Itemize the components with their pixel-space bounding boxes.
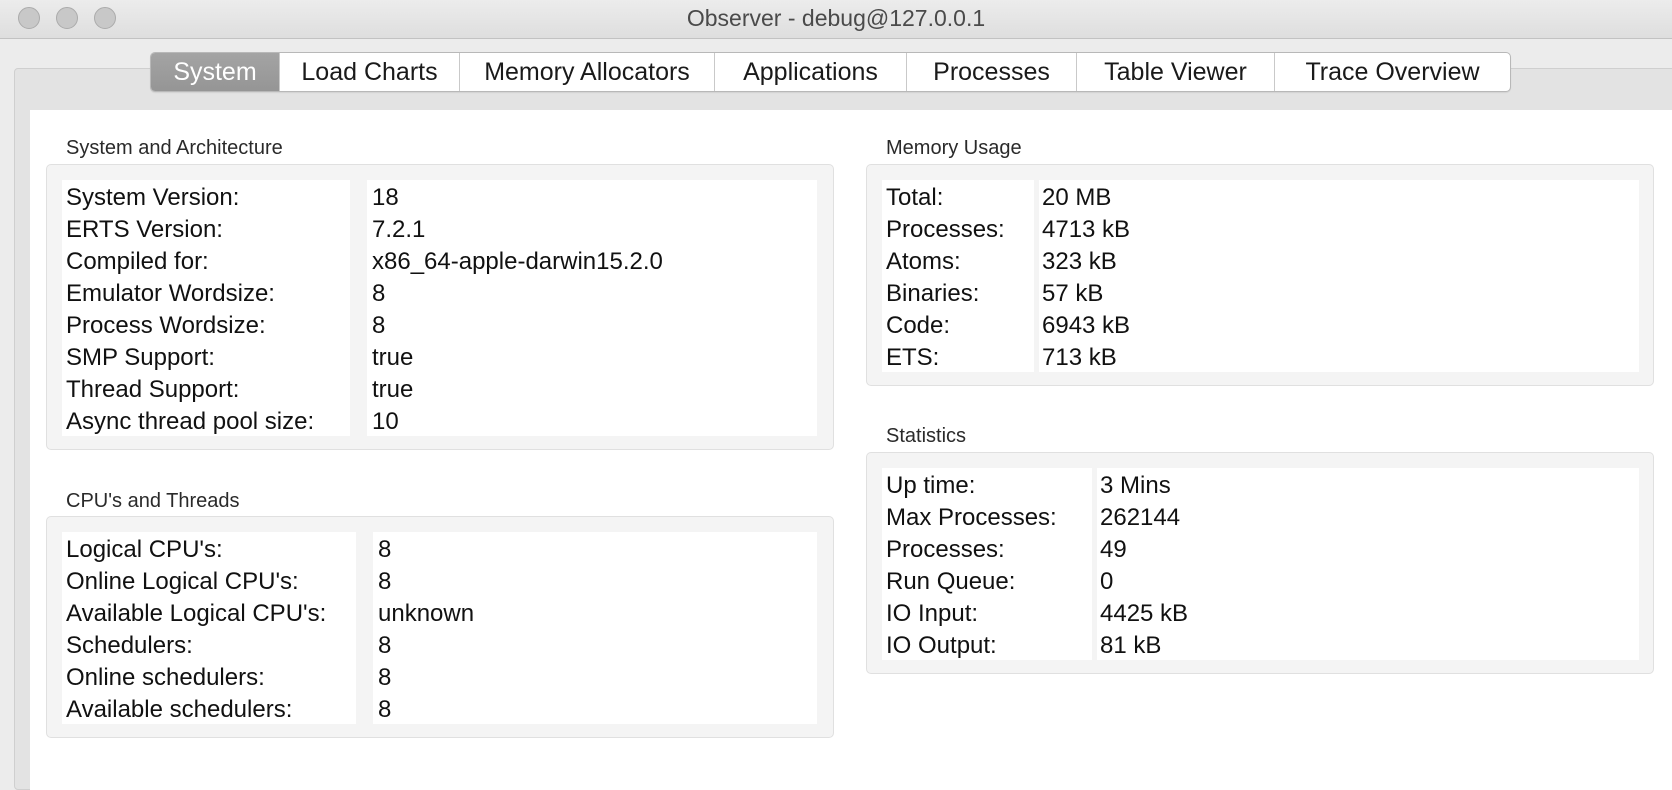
process-wordsize-label: Process Wordsize: — [66, 312, 266, 339]
logical-cpus-label: Logical CPU's: — [66, 536, 223, 563]
cpus-threads-title: CPU's and Threads — [66, 490, 240, 512]
schedulers-value: 8 — [378, 632, 392, 659]
memory-code-value: 6943 kB — [1042, 312, 1131, 339]
system-arch-title: System and Architecture — [66, 137, 283, 159]
available-schedulers-label: Available schedulers: — [66, 696, 293, 723]
memory-processes-label: Processes: — [886, 216, 1005, 243]
memory-total-label: Total: — [886, 184, 944, 211]
schedulers-label: Schedulers: — [66, 632, 193, 659]
system-arch-value-column — [367, 180, 817, 436]
memory-code-label: Code: — [886, 312, 951, 339]
memory-atoms-value: 323 kB — [1042, 248, 1117, 275]
io-output-label: IO Output: — [886, 632, 997, 659]
statistics-value-column — [1097, 468, 1639, 660]
io-input-label: IO Input: — [886, 600, 979, 627]
memory-usage-title: Memory Usage — [886, 137, 1022, 159]
statistics-title: Statistics — [886, 425, 967, 447]
compiled-for-label: Compiled for: — [66, 248, 209, 275]
online-schedulers-value: 8 — [378, 664, 392, 691]
tab-load-charts[interactable]: Load Charts — [280, 53, 460, 91]
io-output-value: 81 kB — [1100, 632, 1162, 659]
system-version-value: 18 — [372, 184, 399, 211]
tab-bar: System Load Charts Memory Allocators App… — [150, 52, 1511, 92]
title-bar: Observer - debug@127.0.0.1 — [0, 0, 1672, 39]
smp-support-value: true — [372, 344, 414, 371]
erts-version-label: ERTS Version: — [66, 216, 223, 243]
emulator-wordsize-label: Emulator Wordsize: — [66, 280, 275, 307]
process-wordsize-value: 8 — [372, 312, 386, 339]
tab-table-viewer[interactable]: Table Viewer — [1077, 53, 1275, 91]
tab-memory-allocators[interactable]: Memory Allocators — [460, 53, 715, 91]
emulator-wordsize-value: 8 — [372, 280, 386, 307]
tab-applications[interactable]: Applications — [715, 53, 907, 91]
memory-binaries-value: 57 kB — [1042, 280, 1104, 307]
memory-atoms-label: Atoms: — [886, 248, 961, 275]
smp-support-label: SMP Support: — [66, 344, 215, 371]
window-title: Observer - debug@127.0.0.1 — [686, 5, 986, 31]
run-queue-value: 0 — [1100, 568, 1114, 595]
memory-usage-group — [866, 164, 1654, 386]
available-logical-cpus-label: Available Logical CPU's: — [66, 600, 327, 627]
max-processes-label: Max Processes: — [886, 504, 1057, 531]
memory-processes-value: 4713 kB — [1042, 216, 1131, 243]
memory-binaries-label: Binaries: — [886, 280, 980, 307]
uptime-label: Up time: — [886, 472, 976, 499]
erts-version-value: 7.2.1 — [372, 216, 426, 243]
max-processes-value: 262144 — [1100, 504, 1181, 531]
uptime-value: 3 Mins — [1100, 472, 1171, 499]
io-input-value: 4425 kB — [1100, 600, 1189, 627]
stat-processes-label: Processes: — [886, 536, 1005, 563]
tab-trace-overview[interactable]: Trace Overview — [1275, 53, 1510, 91]
async-pool-size-value: 10 — [372, 408, 399, 435]
system-version-label: System Version: — [66, 184, 240, 211]
online-logical-cpus-value: 8 — [378, 568, 392, 595]
run-queue-label: Run Queue: — [886, 568, 1016, 595]
thread-support-value: true — [372, 376, 414, 403]
online-logical-cpus-label: Online Logical CPU's: — [66, 568, 299, 595]
available-logical-cpus-value: unknown — [378, 600, 475, 627]
async-pool-size-label: Async thread pool size: — [66, 408, 315, 435]
available-schedulers-value: 8 — [378, 696, 392, 723]
tab-system[interactable]: System — [151, 53, 280, 91]
stat-processes-value: 49 — [1100, 536, 1127, 563]
thread-support-label: Thread Support: — [66, 376, 240, 403]
tab-processes[interactable]: Processes — [907, 53, 1077, 91]
memory-usage-value-column — [1039, 180, 1639, 372]
logical-cpus-value: 8 — [378, 536, 392, 563]
memory-total-value: 20 MB — [1042, 184, 1112, 211]
memory-ets-value: 713 kB — [1042, 344, 1117, 371]
memory-ets-label: ETS: — [886, 344, 940, 371]
online-schedulers-label: Online schedulers: — [66, 664, 265, 691]
compiled-for-value: x86_64-apple-darwin15.2.0 — [372, 248, 663, 275]
